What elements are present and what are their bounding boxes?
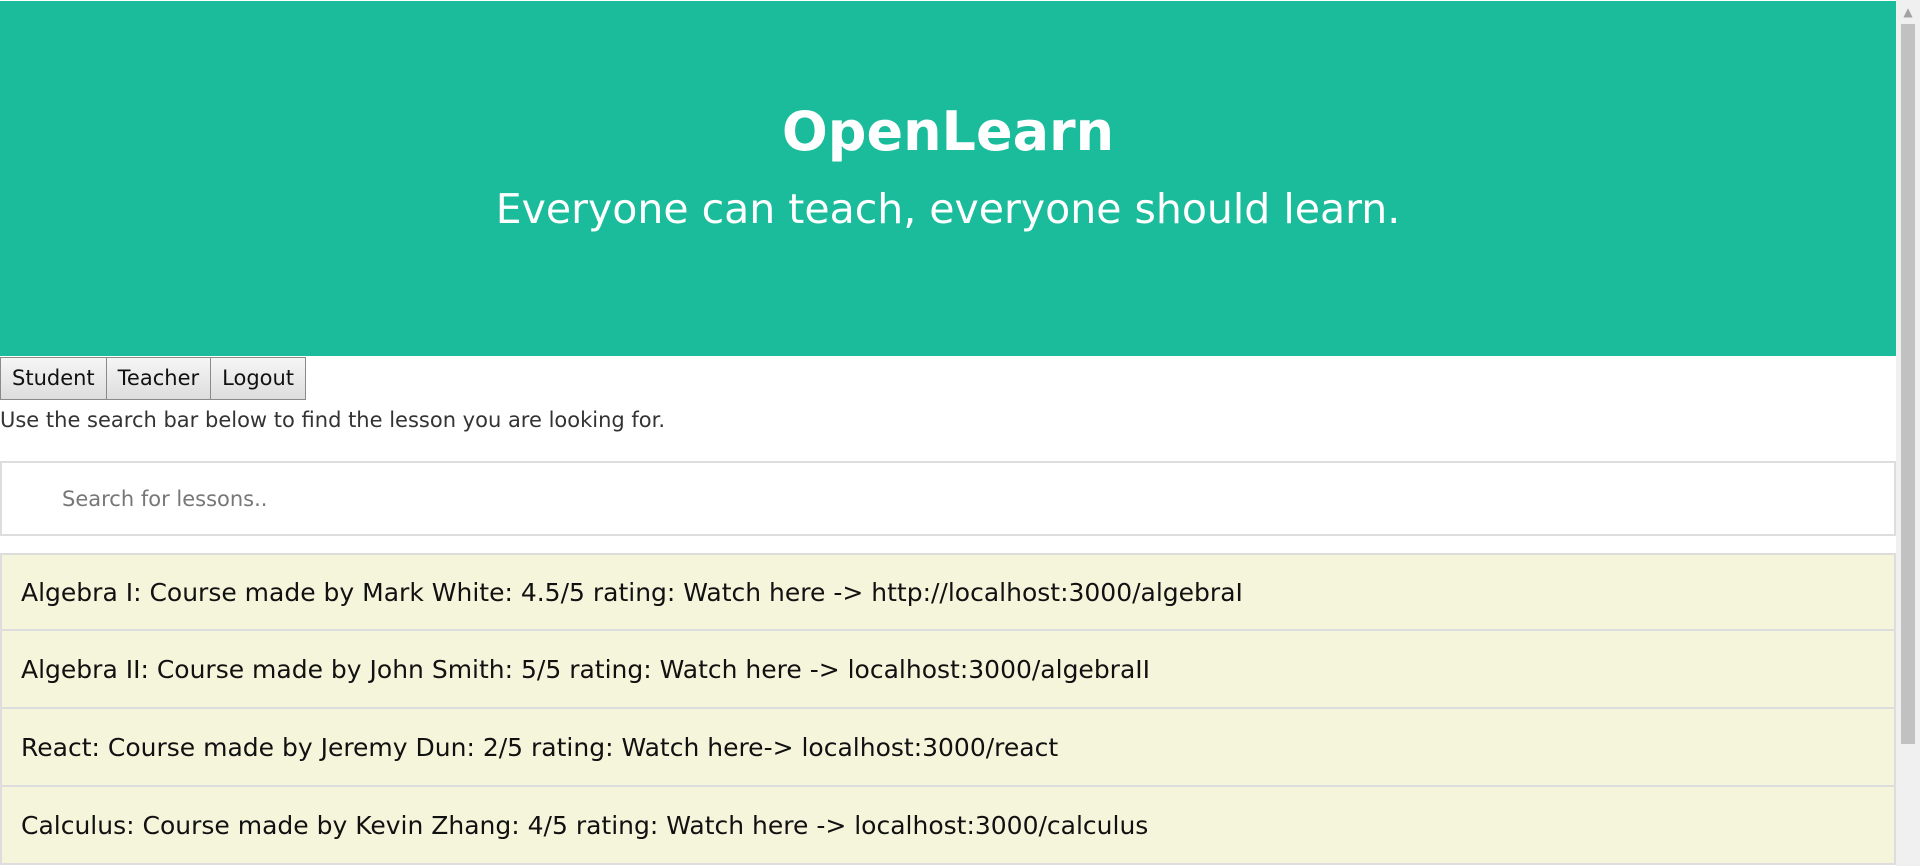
chevron-up-icon[interactable]: ▲ <box>1896 0 1920 24</box>
search-box <box>0 461 1896 536</box>
scrollbar-thumb[interactable] <box>1901 24 1915 744</box>
site-tagline: Everyone can teach, everyone should lear… <box>495 185 1401 233</box>
teacher-button[interactable]: Teacher <box>105 357 212 400</box>
search-instructions: Use the search bar below to find the les… <box>0 408 666 432</box>
role-nav: Student Teacher Logout <box>0 357 307 400</box>
page: OpenLearn Everyone can teach, everyone s… <box>0 0 1920 866</box>
site-title: OpenLearn <box>781 100 1115 163</box>
hero-header: OpenLearn Everyone can teach, everyone s… <box>0 1 1896 356</box>
lesson-list: Algebra I: Course made by Mark White: 4.… <box>0 553 1896 865</box>
lesson-item-algebra-ii[interactable]: Algebra II: Course made by John Smith: 5… <box>0 631 1896 709</box>
vertical-scrollbar[interactable]: ▲ <box>1896 0 1920 866</box>
lesson-item-algebra-i[interactable]: Algebra I: Course made by Mark White: 4.… <box>0 553 1896 631</box>
logout-button[interactable]: Logout <box>210 357 307 400</box>
lesson-item-calculus[interactable]: Calculus: Course made by Kevin Zhang: 4/… <box>0 787 1896 865</box>
search-input[interactable] <box>2 463 1894 534</box>
student-button[interactable]: Student <box>0 357 107 400</box>
lesson-item-react[interactable]: React: Course made by Jeremy Dun: 2/5 ra… <box>0 709 1896 787</box>
main-content: OpenLearn Everyone can teach, everyone s… <box>0 0 1896 866</box>
